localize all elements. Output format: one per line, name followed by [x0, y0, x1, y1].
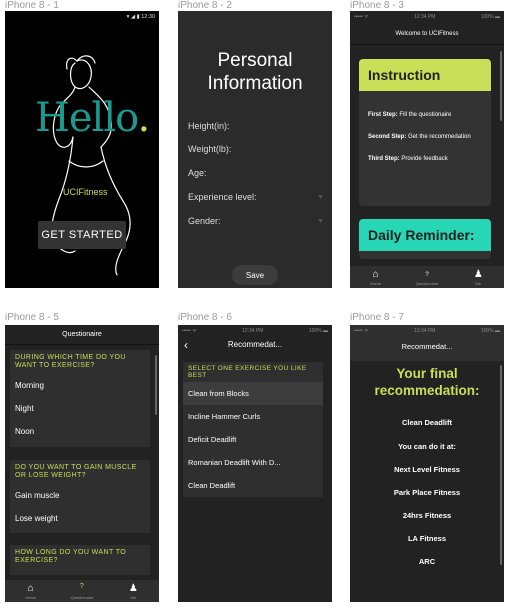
tab-home[interactable]: ⌂ Home	[356, 269, 396, 286]
nav-title: Recommedat...	[227, 340, 283, 349]
tab-bar: ⌂ Home ? Questionaire ♟ Me	[5, 580, 159, 602]
place-item[interactable]: Park Place Fitness	[350, 488, 504, 497]
get-started-button[interactable]: GET STARTED	[38, 221, 126, 249]
status-bar: ••••• ᯤ 12:34 PM 100% ▬	[350, 325, 504, 337]
option-night[interactable]: Night	[10, 397, 150, 420]
screen-questionaire: Questionaire DURING WHICH TIME DO YOU WA…	[5, 325, 159, 602]
artboard-label: iPhone 8 - 1	[5, 0, 59, 11]
status-time: 12:34 PM	[242, 328, 264, 334]
final-recommendation-heading: Your final recommedation:	[374, 366, 480, 398]
step-three: Third Step: Provide feedback	[368, 156, 448, 162]
save-button[interactable]: Save	[232, 265, 278, 285]
step-one: First Step: Fill the questionaire	[368, 112, 452, 118]
screen-personal-info: Personal Information Height(in): Weight(…	[178, 11, 332, 288]
question-text: DO YOU WANT TO GAIN MUSCLE OR LOSE WEIGH…	[15, 464, 137, 479]
tab-questionaire[interactable]: ? Questionaire	[62, 579, 102, 600]
hello-heading: Hello.	[35, 95, 150, 141]
wifi-icon: ▾ ◢ ▮	[126, 14, 142, 20]
gender-select[interactable]: Gender: ▼	[188, 216, 324, 226]
option-lose-weight[interactable]: Lose weight	[10, 507, 150, 530]
screen-home: ••••• ᯤ 12:34 PM 100% ▬ Welcome to UCIFi…	[350, 11, 504, 288]
home-icon: ⌂	[372, 269, 379, 280]
screen-welcome: ▾ ◢ ▮ 12:30 Hello. UCIFitness GET STARTE…	[5, 11, 159, 288]
instruction-title: Instruction	[359, 59, 491, 91]
question-text: DURING WHICH TIME DO YOU WANT TO EXERCIS…	[15, 354, 126, 369]
recommended-exercise: Clean Deadlift	[401, 418, 452, 427]
question-text: HOW LONG DO YOU WANT TO EXERCISE?	[15, 549, 127, 564]
exercise-list: SELECT ONE EXERCISE YOU LIKE BEST Clean …	[183, 362, 323, 497]
page-title: Personal Information	[207, 50, 303, 94]
duration-question: HOW LONG DO YOU WANT TO EXERCISE?	[10, 545, 150, 575]
signal-icon: ••••• ᯤ	[354, 328, 369, 334]
battery-icon: 100% ▬	[308, 328, 328, 334]
experience-level-select[interactable]: Experience level: ▼	[188, 192, 324, 202]
reminder-title: Daily Reminder:	[359, 219, 491, 251]
person-icon: ♟	[473, 269, 483, 280]
back-chevron-icon[interactable]: ‹	[184, 335, 188, 355]
brand-name: UCIFitness	[63, 187, 108, 197]
option-morning[interactable]: Morning	[10, 374, 150, 397]
screen-recommendation-list: ••••• ᯤ 12:34 PM 100% ▬ ‹ Recommedat... …	[178, 325, 332, 602]
list-item[interactable]: Incline Hammer Curls	[183, 405, 323, 428]
status-time: 12:30	[141, 14, 155, 20]
nav-title: Recommedat...	[401, 342, 453, 351]
question-icon: ?	[79, 583, 85, 590]
list-prompt: SELECT ONE EXERCISE YOU LIKE BEST	[188, 365, 307, 379]
battery-icon: 100% ▬	[480, 14, 500, 20]
weight-field[interactable]: Weight(lb):	[188, 144, 324, 154]
chevron-down-icon: ▼	[317, 193, 324, 201]
scrollbar[interactable]	[500, 51, 502, 121]
artboard-label: iPhone 8 - 6	[178, 312, 232, 323]
battery-icon: 100% ▬	[480, 328, 500, 334]
home-icon: ⌂	[27, 583, 34, 594]
question-icon: ?	[425, 272, 429, 278]
height-field[interactable]: Height(in):	[188, 121, 324, 131]
status-bar: ▾ ◢ ▮ 12:30	[5, 11, 159, 23]
place-item[interactable]: LA Fitness	[350, 534, 504, 543]
person-icon: ♟	[128, 583, 138, 594]
tab-home[interactable]: ⌂ Home	[11, 583, 51, 600]
status-time: 12:34 PM	[414, 14, 436, 20]
age-field[interactable]: Age:	[188, 168, 324, 178]
chevron-down-icon: ▼	[317, 217, 324, 225]
status-time: 12:34 PM	[414, 328, 436, 334]
artboard-label: iPhone 8 - 5	[5, 312, 59, 323]
goal-question: DO YOU WANT TO GAIN MUSCLE OR LOSE WEIGH…	[10, 460, 150, 533]
status-bar: ••••• ᯤ 12:34 PM 100% ▬	[350, 11, 504, 23]
place-item[interactable]: 24hrs Fitness	[350, 511, 504, 520]
place-item[interactable]: ARC	[350, 557, 504, 566]
step-two: Second Step: Get the recommedation	[368, 134, 471, 140]
tab-bar: ⌂ Home ? Questionaire ♟ Me	[350, 266, 504, 288]
questionaire-header: Questionaire	[5, 325, 159, 345]
time-question: DURING WHICH TIME DO YOU WANT TO EXERCIS…	[10, 350, 150, 447]
list-item[interactable]: Deficit Deadlift	[183, 428, 323, 451]
artboard-label: iPhone 8 - 3	[350, 0, 404, 11]
tab-me[interactable]: ♟ Me	[113, 583, 153, 600]
welcome-header: Welcome to UCIFitness	[350, 23, 504, 45]
signal-icon: ••••• ᯤ	[182, 328, 197, 334]
scrollbar[interactable]	[155, 355, 157, 415]
do-it-at-label: You can do it at:	[398, 442, 456, 451]
scrollbar[interactable]	[500, 365, 502, 565]
list-item[interactable]: Clean from Blocks	[183, 382, 323, 405]
option-gain-muscle[interactable]: Gain muscle	[10, 484, 150, 507]
option-noon[interactable]: Noon	[10, 420, 150, 443]
tab-questionaire[interactable]: ? Questionaire	[407, 269, 447, 286]
screen-final-recommendation: ••••• ᯤ 12:34 PM 100% ▬ Recommedat... Yo…	[350, 325, 504, 602]
list-item[interactable]: Clean Deadlift	[183, 474, 323, 497]
instruction-card: Instruction First Step: Fill the questio…	[359, 59, 491, 206]
nav-bar: ‹ Recommedat...	[178, 335, 332, 355]
tab-me[interactable]: ♟ Me	[458, 269, 498, 286]
signal-icon: ••••• ᯤ	[354, 14, 369, 20]
artboard-label: iPhone 8 - 7	[350, 312, 404, 323]
artboard-label: iPhone 8 - 2	[178, 0, 232, 11]
daily-reminder-card: Daily Reminder:	[359, 219, 491, 259]
list-item[interactable]: Romanian Deadlift With D...	[183, 451, 323, 474]
place-item[interactable]: Next Level Fitness	[350, 465, 504, 474]
